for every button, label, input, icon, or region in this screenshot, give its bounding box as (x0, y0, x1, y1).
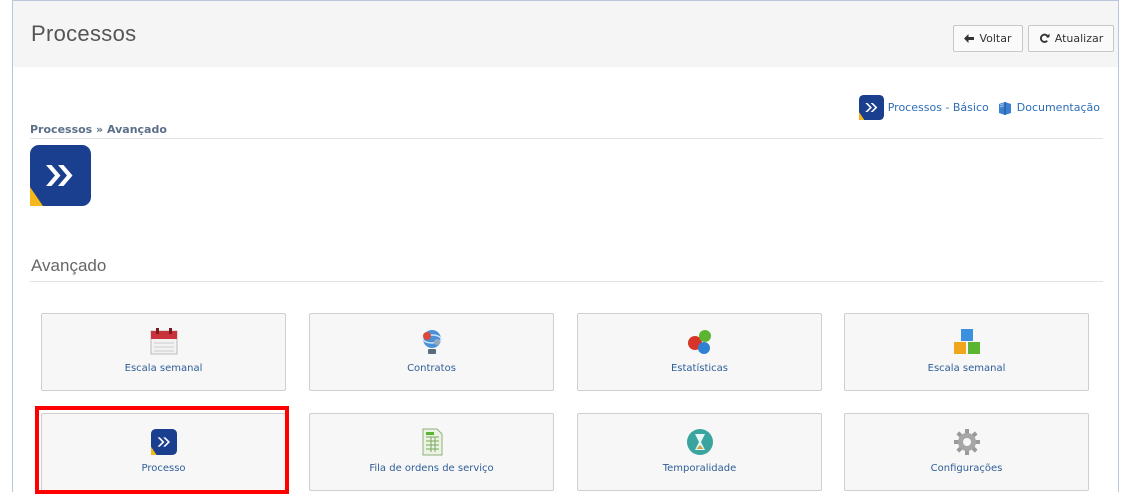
tile-label: Processo (141, 463, 186, 474)
tile-label: Escala semanal (124, 363, 203, 374)
tile-processo[interactable]: Processo (41, 413, 286, 491)
back-button[interactable]: Voltar (953, 25, 1023, 52)
tile-label: Escala semanal (927, 363, 1006, 374)
tile-temporalidade[interactable]: Temporalidade (577, 413, 822, 491)
contracts-icon (418, 328, 446, 356)
divider (30, 138, 1103, 139)
breadcrumb: Processos » Avançado (30, 123, 167, 136)
process-app-icon (858, 95, 884, 120)
tile-label: Configurações (930, 463, 1003, 474)
tile-escala-semanal[interactable]: Escala semanal (41, 313, 286, 391)
divider (30, 281, 1103, 282)
tile-escala-semanal-2[interactable]: Escala semanal (844, 313, 1089, 391)
tile-label: Estatísticas (670, 363, 729, 374)
top-links: Processos - Básico Documentação (858, 95, 1100, 120)
calendar-icon (150, 328, 178, 356)
processos-basico-link[interactable]: Processos - Básico (858, 95, 989, 120)
blocks-icon (953, 328, 981, 356)
page-title: Processos (31, 21, 137, 46)
tile-configuracoes[interactable]: Configurações (844, 413, 1089, 491)
refresh-button-label: Atualizar (1054, 32, 1104, 45)
process-icon (150, 428, 178, 456)
statistics-icon (686, 328, 714, 356)
hourglass-icon (686, 428, 714, 456)
refresh-icon (1039, 33, 1050, 43)
book-icon (998, 101, 1011, 115)
refresh-button[interactable]: Atualizar (1028, 25, 1114, 52)
back-button-label: Voltar (979, 32, 1012, 45)
tile-label: Fila de ordens de serviço (369, 463, 494, 474)
section-title: Avançado (31, 256, 107, 275)
tile-label: Contratos (407, 363, 456, 374)
page-header: Processos Voltar Atualizar (13, 1, 1118, 67)
tile-contratos[interactable]: Contratos (309, 313, 554, 391)
tile-label: Temporalidade (662, 463, 737, 474)
documentacao-label: Documentação (1016, 101, 1100, 114)
processos-basico-label: Processos - Básico (887, 101, 989, 114)
tile-estatisticas[interactable]: Estatísticas (577, 313, 822, 391)
arrow-left-icon (964, 34, 975, 43)
gear-icon (953, 428, 981, 456)
tile-fila-ordens-servico[interactable]: Fila de ordens de serviço (309, 413, 554, 491)
process-app-logo (30, 145, 91, 206)
spreadsheet-icon (418, 428, 446, 456)
documentacao-link[interactable]: Documentação (997, 100, 1100, 116)
main-panel: Processos Voltar Atualizar Processos - B… (12, 0, 1119, 494)
